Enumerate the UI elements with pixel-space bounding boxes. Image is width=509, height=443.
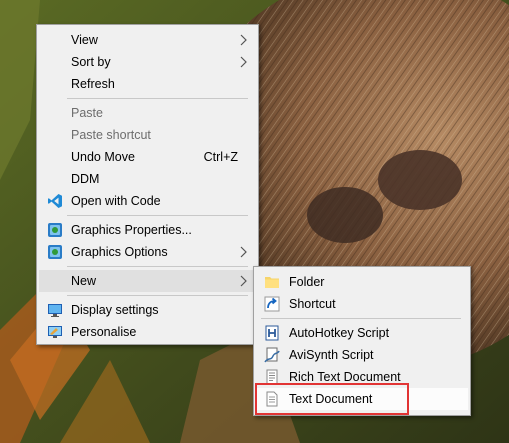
menu-item-ddm-label: DDM <box>71 172 100 186</box>
desktop-context-menu: View Sort by Refresh Paste Paste shortcu… <box>36 24 259 345</box>
menu-item-graphics-properties-label: Graphics Properties... <box>71 223 192 237</box>
intel-graphics-icon <box>48 223 62 237</box>
menu-separator <box>67 266 248 267</box>
menu-item-undo-move-label: Undo Move <box>71 150 135 164</box>
folder-icon <box>265 277 279 288</box>
menu-item-new-label: New <box>71 274 97 288</box>
chevron-right-icon <box>240 34 247 46</box>
chevron-right-icon <box>240 275 247 287</box>
menu-item-refresh[interactable]: Refresh <box>39 73 256 95</box>
menu-item-display-settings-label: Display settings <box>71 303 159 317</box>
menu-item-open-with-code-label: Open with Code <box>71 194 161 208</box>
chevron-right-icon <box>240 56 247 68</box>
text-document-highlight-annotation <box>255 383 409 415</box>
menu-item-graphics-options[interactable]: Graphics Options <box>39 241 256 263</box>
vscode-icon <box>48 194 62 208</box>
menu-item-sort-by-label: Sort by <box>71 55 111 69</box>
submenu-item-shortcut-label: Shortcut <box>289 297 336 311</box>
menu-item-paste-label: Paste <box>71 106 103 120</box>
undo-move-shortcut: Ctrl+Z <box>203 150 238 164</box>
menu-item-new[interactable]: New <box>39 270 256 292</box>
menu-item-refresh-label: Refresh <box>71 77 115 91</box>
menu-item-display-settings[interactable]: Display settings <box>39 299 256 321</box>
submenu-item-folder[interactable]: Folder <box>256 271 468 293</box>
submenu-item-shortcut[interactable]: Shortcut <box>256 293 468 315</box>
menu-item-paste-shortcut-label: Paste shortcut <box>71 128 151 142</box>
shortcut-icon <box>264 296 280 312</box>
submenu-item-avisynth-script-label: AviSynth Script <box>289 348 374 362</box>
menu-item-personalise-label: Personalise <box>71 325 137 339</box>
submenu-item-autohotkey-script[interactable]: AutoHotkey Script <box>256 322 468 344</box>
menu-item-graphics-options-label: Graphics Options <box>71 245 168 259</box>
menu-separator <box>67 98 248 99</box>
menu-item-personalise[interactable]: Personalise <box>39 321 256 343</box>
intel-graphics-icon <box>48 245 62 259</box>
chevron-right-icon <box>240 246 247 258</box>
submenu-item-folder-label: Folder <box>289 275 325 289</box>
menu-item-paste[interactable]: Paste <box>39 102 256 124</box>
submenu-item-autohotkey-script-label: AutoHotkey Script <box>289 326 390 340</box>
submenu-separator <box>261 318 461 319</box>
menu-item-sort-by[interactable]: Sort by <box>39 51 256 73</box>
menu-item-graphics-properties[interactable]: Graphics Properties... <box>39 219 256 241</box>
menu-separator <box>67 215 248 216</box>
personalise-icon <box>48 326 62 338</box>
menu-item-ddm[interactable]: DDM <box>39 168 256 190</box>
menu-item-paste-shortcut[interactable]: Paste shortcut <box>39 124 256 146</box>
menu-item-undo-move[interactable]: Undo Move Ctrl+Z <box>39 146 256 168</box>
submenu-item-avisynth-script[interactable]: AviSynth Script <box>256 344 468 366</box>
menu-item-open-with-code[interactable]: Open with Code <box>39 190 256 212</box>
menu-item-view[interactable]: View <box>39 29 256 51</box>
display-settings-icon <box>48 304 62 317</box>
autohotkey-icon <box>265 325 279 341</box>
avisynth-icon <box>264 347 280 363</box>
menu-separator <box>67 295 248 296</box>
menu-item-view-label: View <box>71 33 98 47</box>
